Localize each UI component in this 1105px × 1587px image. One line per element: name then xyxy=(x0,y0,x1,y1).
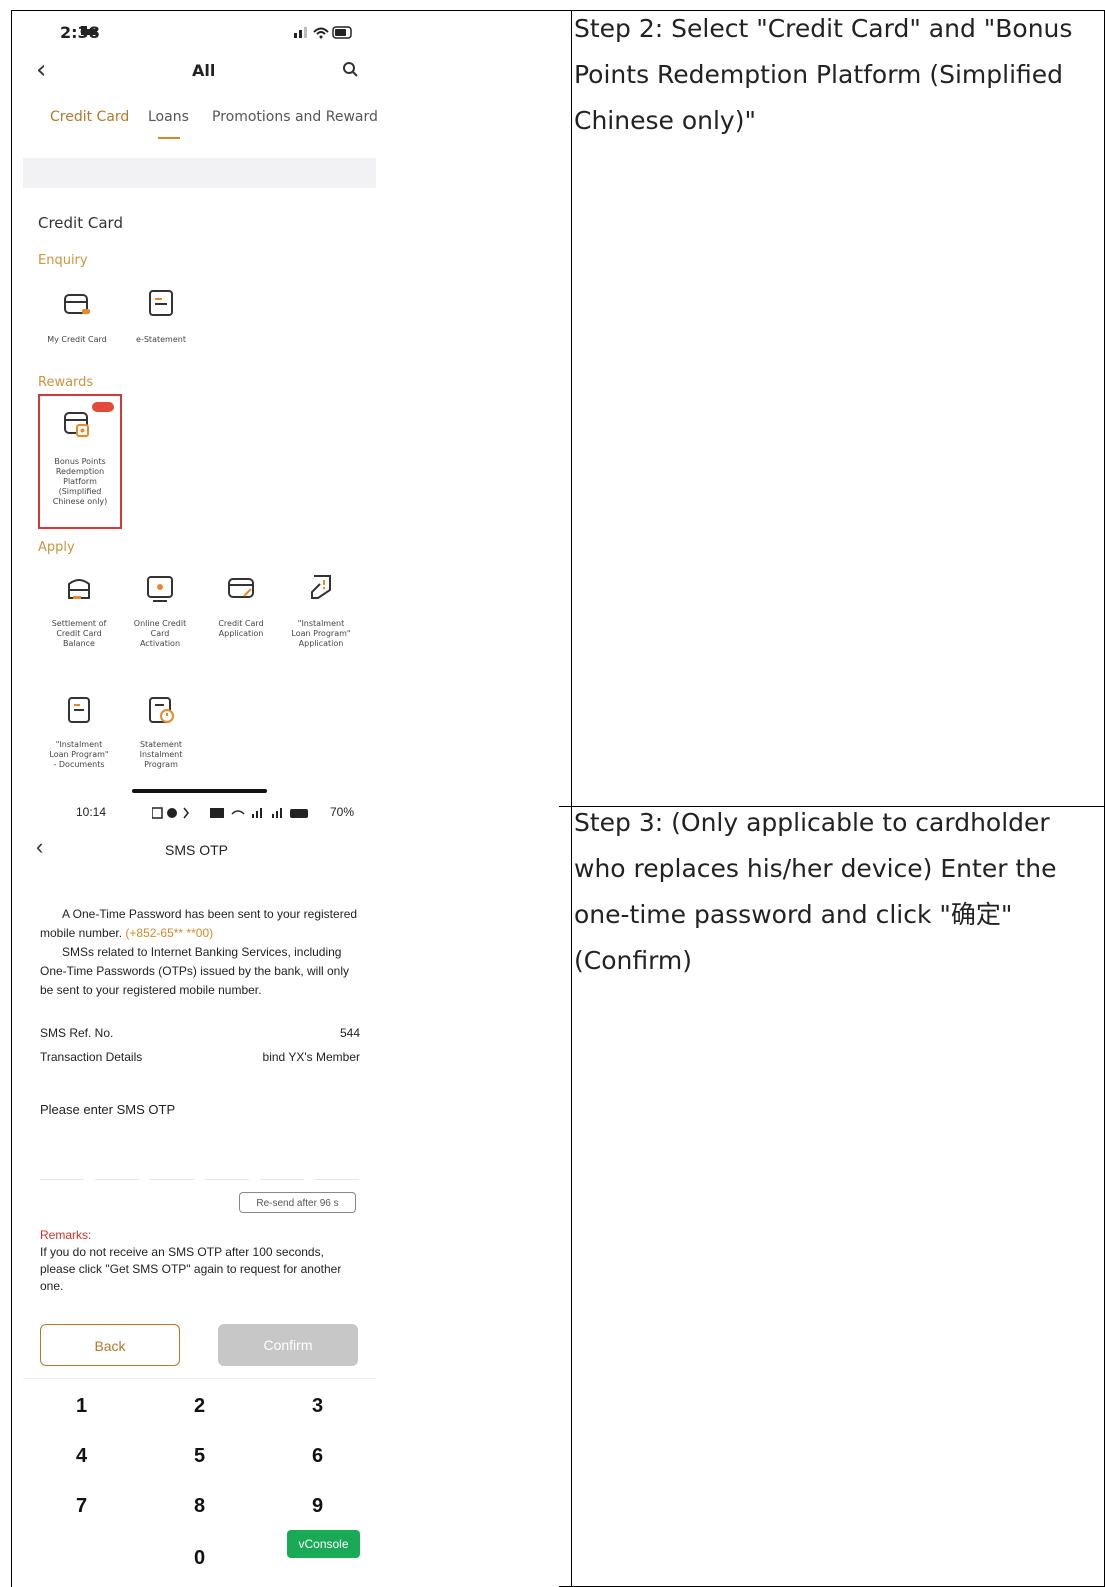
otp-digit-2[interactable] xyxy=(95,1179,139,1180)
transaction-row: Transaction Details bind YX's Member xyxy=(40,1050,360,1064)
key-4[interactable]: 4 xyxy=(23,1431,140,1481)
group-enquiry: Enquiry xyxy=(38,253,88,268)
tab-credit-card[interactable]: Credit Card xyxy=(50,109,129,125)
remarks-title: Remarks: xyxy=(40,1228,92,1242)
item-bonus-points-platform[interactable]: Bonus Points Redemption Platform (Simpli… xyxy=(50,457,110,507)
signal-wifi-battery-icon xyxy=(294,26,352,39)
key-6[interactable]: 6 xyxy=(259,1431,376,1481)
divider-band xyxy=(23,158,376,188)
back-arrow[interactable]: ‹ xyxy=(36,834,43,860)
sms-policy-message: SMSs related to Internet Banking Service… xyxy=(40,945,349,997)
group-rewards: Rewards xyxy=(38,375,94,390)
otp-digit-4[interactable] xyxy=(205,1179,249,1180)
key-2[interactable]: 2 xyxy=(141,1381,258,1431)
step-3-text: Step 3: (Only applicable to cardholder w… xyxy=(574,808,1057,975)
confirm-button[interactable]: Confirm xyxy=(218,1324,358,1366)
documents-icon[interactable] xyxy=(64,695,94,725)
vconsole-button[interactable]: vConsole xyxy=(287,1530,360,1558)
bed-icon xyxy=(81,26,97,35)
masked-phone-number: (+852-65** **00) xyxy=(125,926,214,940)
resend-button[interactable]: Re-send after 96 s xyxy=(239,1192,356,1213)
item-e-statement[interactable]: e-Statement xyxy=(131,335,191,345)
status-time: 10:14 xyxy=(76,805,107,819)
remarks-text: If you do not receive an SMS OTP after 1… xyxy=(40,1245,342,1293)
otp-digit-1[interactable] xyxy=(40,1179,84,1180)
activation-icon[interactable] xyxy=(145,574,175,604)
key-3[interactable]: 3 xyxy=(259,1381,376,1431)
key-1[interactable]: 1 xyxy=(23,1381,140,1431)
step-2-text: Step 2: Select "Credit Card" and "Bonus … xyxy=(574,14,1073,135)
sms-ref-row: SMS Ref. No. 544 xyxy=(40,1026,360,1040)
key-9[interactable]: 9 xyxy=(259,1481,376,1531)
key-7[interactable]: 7 xyxy=(23,1481,140,1531)
item-instalment-documents[interactable]: "Instalment Loan Program" - Documents xyxy=(49,740,109,770)
item-instalment-application[interactable]: "Instalment Loan Program" Application xyxy=(291,619,351,649)
column-divider xyxy=(571,11,572,1586)
home-indicator xyxy=(132,789,267,793)
section-title: Credit Card xyxy=(38,214,123,232)
settlement-icon[interactable] xyxy=(64,574,94,604)
keypad-divider xyxy=(23,1378,376,1379)
page-title: SMS OTP xyxy=(165,842,229,858)
transaction-label: Transaction Details xyxy=(40,1050,143,1064)
card-application-icon[interactable] xyxy=(226,574,256,604)
item-my-credit-card[interactable]: My Credit Card xyxy=(47,335,107,345)
tab-promotions[interactable]: Promotions and Reward xyxy=(212,109,378,125)
new-badge xyxy=(92,402,114,412)
group-apply: Apply xyxy=(38,540,75,555)
credit-card-icon[interactable] xyxy=(62,291,92,321)
battery-level: 70% xyxy=(330,805,355,819)
item-settlement[interactable]: Settlement of Credit Card Balance xyxy=(49,619,109,649)
tab-loans[interactable]: Loans xyxy=(148,109,189,125)
phone-screenshot-sms-otp: 10:14 70% ‹ SMS OTP A One-Time Password … xyxy=(12,796,559,1587)
back-button[interactable]: Back xyxy=(40,1324,180,1366)
tab-underline xyxy=(158,137,180,139)
transaction-value: bind YX's Member xyxy=(262,1050,360,1064)
key-0[interactable]: 0 xyxy=(141,1533,258,1583)
otp-sent-message: A One-Time Password has been sent to you… xyxy=(40,905,360,943)
key-5[interactable]: 5 xyxy=(141,1431,258,1481)
otp-digit-3[interactable] xyxy=(150,1179,194,1180)
statement-icon[interactable] xyxy=(146,289,176,319)
page-title: All xyxy=(192,61,216,80)
back-button[interactable]: ‹ xyxy=(36,55,46,85)
key-8[interactable]: 8 xyxy=(141,1481,258,1531)
item-online-activation[interactable]: Online Credit Card Activation xyxy=(130,619,190,649)
otp-digit-6[interactable] xyxy=(315,1179,359,1180)
instalment-icon[interactable] xyxy=(306,572,336,602)
sms-ref-value: 544 xyxy=(339,1026,360,1040)
statement-instalment-icon[interactable] xyxy=(146,695,176,725)
search-icon[interactable] xyxy=(342,61,358,77)
sms-ref-label: SMS Ref. No. xyxy=(40,1026,114,1040)
gift-card-icon[interactable] xyxy=(62,409,92,439)
item-card-application[interactable]: Credit Card Application xyxy=(211,619,271,639)
otp-digit-5[interactable] xyxy=(260,1179,304,1180)
item-statement-instalment[interactable]: Statement Instalment Program xyxy=(131,740,191,770)
otp-prompt: Please enter SMS OTP xyxy=(40,1102,176,1117)
status-icons xyxy=(152,807,308,819)
phone-screenshot-credit-card-menu: 2:38 ‹ All Credit Card Loans Promotions … xyxy=(12,11,559,795)
